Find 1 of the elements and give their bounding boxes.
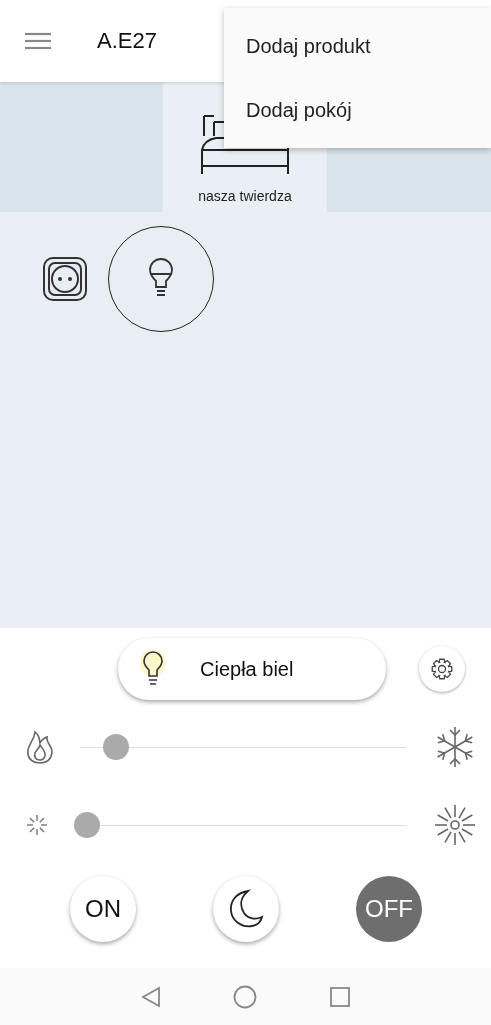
app-title: A.E27 — [97, 28, 157, 54]
